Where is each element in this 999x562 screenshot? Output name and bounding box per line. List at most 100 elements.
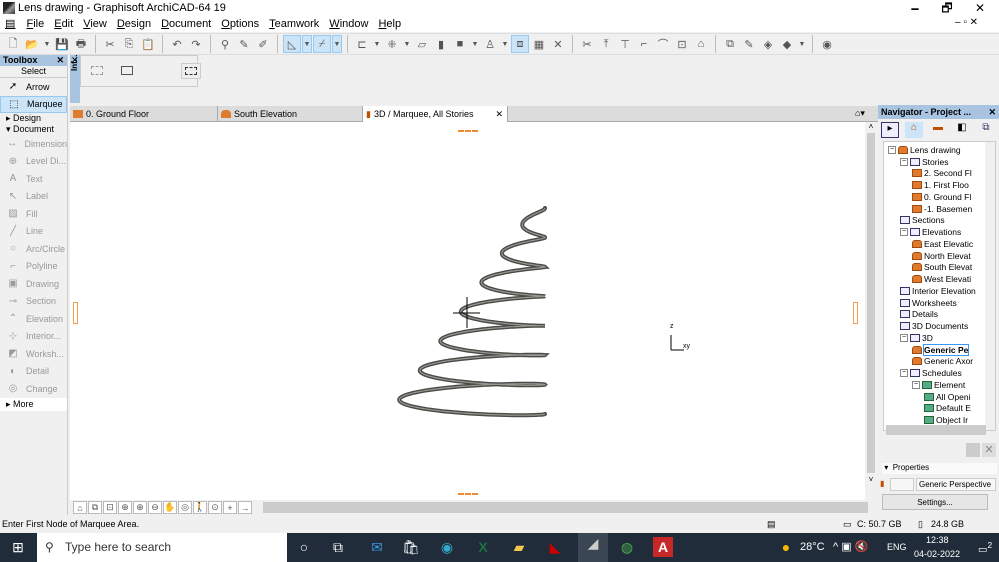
- align-icon[interactable]: ⊏: [354, 36, 370, 52]
- collapse-toggle-icon[interactable]: −: [888, 145, 896, 154]
- zoom-window-icon[interactable]: ⧉: [88, 501, 102, 514]
- zoom-out-icon[interactable]: ⊖: [148, 501, 162, 514]
- tool-fill[interactable]: ▨ Fill: [0, 205, 67, 223]
- open-folder-icon[interactable]: 📂: [24, 36, 40, 52]
- dropdown-arrow-icon[interactable]: ▼: [373, 36, 381, 52]
- scroll-down-icon[interactable]: ˅: [865, 475, 877, 484]
- collapse-toggle-icon[interactable]: −: [900, 228, 908, 237]
- cross-icon[interactable]: ✕: [550, 36, 566, 52]
- menu-document[interactable]: Document: [156, 16, 216, 32]
- zoom-in-out-icon[interactable]: ⊕: [118, 501, 132, 514]
- taskbar-search-box[interactable]: ⚲ Type here to search: [37, 533, 287, 562]
- view-options-icon[interactable]: ◆: [779, 36, 795, 52]
- dropdown-arrow-icon[interactable]: ▼: [302, 35, 312, 53]
- close-button[interactable]: ✕: [965, 0, 995, 16]
- snap-guides-icon[interactable]: ⌿: [313, 35, 331, 53]
- tool-marquee[interactable]: ⬚ Marquee: [0, 95, 67, 113]
- 3d-view-canvas[interactable]: z xy: [70, 122, 865, 500]
- new-file-icon[interactable]: 🗋: [5, 36, 21, 52]
- roof-tool-icon[interactable]: ⌂: [693, 36, 709, 52]
- eyedropper-icon[interactable]: ✎: [236, 36, 252, 52]
- menu-options[interactable]: Options: [216, 16, 264, 32]
- tab-close-icon[interactable]: ✕: [495, 109, 503, 120]
- navigator-menu-icon[interactable]: ▸: [881, 122, 899, 138]
- menu-help[interactable]: Help: [373, 16, 406, 32]
- tree-item[interactable]: Generic Pe: [912, 343, 970, 356]
- tree-item[interactable]: North Elevat: [912, 250, 971, 262]
- menu-file[interactable]: File: [21, 16, 49, 32]
- reference-icon[interactable]: ▦: [531, 36, 547, 52]
- tree-item[interactable]: Details: [900, 309, 938, 321]
- tool-arc-circle[interactable]: ○ Arc/Circle: [0, 240, 67, 258]
- tab-list-dropdown[interactable]: ⌂▾: [855, 108, 865, 119]
- paste-icon[interactable]: 📋: [140, 36, 156, 52]
- tool-worksh[interactable]: ◩ Worksh...: [0, 345, 67, 363]
- tree-item[interactable]: 3D Documents: [900, 320, 968, 332]
- file-explorer-icon[interactable]: ▰: [509, 537, 529, 557]
- tool-arrow[interactable]: ➚ Arrow: [0, 78, 67, 96]
- collapse-toggle-icon[interactable]: −: [900, 157, 908, 166]
- autocad-app-icon[interactable]: A: [653, 537, 673, 557]
- navigator-close-icon[interactable]: ✕: [988, 105, 996, 119]
- cortana-icon[interactable]: ○: [294, 537, 314, 557]
- acrobat-app-icon[interactable]: ◣: [545, 537, 565, 557]
- info-box-close-icon[interactable]: ✕: [71, 55, 79, 66]
- excel-app-icon[interactable]: X: [473, 537, 493, 557]
- project-map-icon[interactable]: ⌂: [905, 122, 923, 138]
- fillet-icon[interactable]: ⌐: [636, 36, 652, 52]
- minimize-button[interactable]: 🗕: [900, 0, 930, 16]
- tree-item[interactable]: South Elevat: [912, 262, 972, 274]
- copy-icon[interactable]: ⎘: [121, 36, 137, 52]
- previous-zoom-icon[interactable]: ⊙: [208, 501, 222, 514]
- mail-app-icon[interactable]: ✉: [367, 537, 387, 557]
- tree-item[interactable]: 2. Second Fl: [912, 168, 972, 180]
- tree-item[interactable]: West Elevati: [912, 273, 971, 285]
- tool-line[interactable]: ╱ Line: [0, 223, 67, 241]
- tab-south-elevation[interactable]: South Elevation: [218, 106, 363, 122]
- object-tool-icon[interactable]: ♙: [482, 36, 498, 52]
- menu-window[interactable]: Window: [324, 16, 373, 32]
- graphic-override-icon[interactable]: ◈: [760, 36, 776, 52]
- tree-item[interactable]: − Element: [912, 379, 965, 391]
- tree-item[interactable]: − Schedules: [900, 367, 962, 379]
- tool-change[interactable]: ◎ Change: [0, 380, 67, 398]
- dropdown-arrow-icon[interactable]: ▼: [471, 36, 479, 52]
- tree-item[interactable]: -1. Basemen: [912, 203, 972, 215]
- select-label[interactable]: Select: [0, 66, 67, 78]
- collapse-toggle-icon[interactable]: −: [900, 333, 908, 342]
- single-floor-marquee-icon[interactable]: [91, 66, 103, 75]
- tree-horizontal-scrollbar[interactable]: [886, 425, 986, 435]
- document-section[interactable]: ▾ Document: [0, 124, 67, 135]
- view-map-icon[interactable]: ▬: [929, 122, 947, 138]
- clock-time[interactable]: 12:38: [926, 535, 949, 545]
- edge-browser-icon[interactable]: ◉: [437, 537, 457, 557]
- vertical-scrollbar[interactable]: ˄ ˅: [865, 122, 877, 500]
- tree-item[interactable]: East Elevatic: [912, 238, 973, 250]
- app-menu-icon[interactable]: ▤: [0, 16, 18, 32]
- zoom-forward-icon[interactable]: →: [238, 501, 252, 514]
- tree-item[interactable]: − Stories: [900, 156, 948, 168]
- wall-tool-icon[interactable]: ▮: [433, 36, 449, 52]
- fill-tool-icon[interactable]: ■: [452, 36, 468, 52]
- tool-section[interactable]: ⊸ Section: [0, 293, 67, 311]
- tab-ground-floor[interactable]: 0. Ground Floor: [70, 106, 218, 122]
- tool-dimension[interactable]: ↔ Dimension: [0, 135, 67, 153]
- language-indicator[interactable]: ENG: [887, 542, 907, 552]
- tree-item[interactable]: Generic Axor: [912, 356, 973, 368]
- scroll-up-icon[interactable]: ˄: [865, 122, 877, 131]
- tree-item[interactable]: − 3D: [900, 332, 933, 344]
- tree-item[interactable]: − Lens drawing: [888, 144, 961, 156]
- toolbox-close-icon[interactable]: ✕: [56, 55, 64, 66]
- menu-edit[interactable]: Edit: [49, 16, 78, 32]
- tree-item[interactable]: 1. First Floo: [912, 179, 969, 191]
- tree-item[interactable]: − Elevations: [900, 226, 961, 238]
- dropdown-arrow-icon[interactable]: ▼: [403, 36, 411, 52]
- tool-level-di[interactable]: ⊕ Level Di...: [0, 153, 67, 171]
- cut-icon[interactable]: ✂: [102, 36, 118, 52]
- multi-floor-marquee-icon[interactable]: [121, 66, 133, 75]
- next-zoom-icon[interactable]: +: [223, 501, 237, 514]
- more-section[interactable]: ▸ More: [0, 397, 67, 411]
- tool-detail[interactable]: ◐ Detail: [0, 363, 67, 381]
- offset-icon[interactable]: ⊡: [674, 36, 690, 52]
- tool-polyline[interactable]: ⌐ Polyline: [0, 258, 67, 276]
